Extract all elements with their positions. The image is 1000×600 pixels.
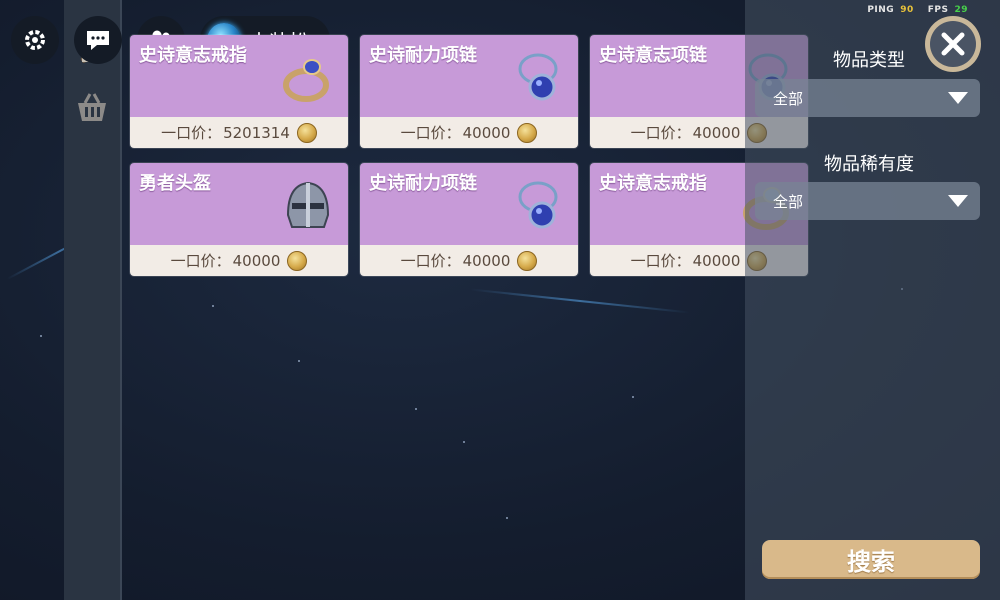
settings-button[interactable]	[11, 16, 59, 64]
background-star	[506, 517, 508, 519]
price-label: 一口价：	[170, 252, 231, 270]
coin-icon	[287, 250, 308, 271]
background-star	[415, 408, 417, 410]
price-label: 一口价：	[400, 124, 461, 142]
price-row: 一口价： 40000	[360, 117, 578, 148]
item-rarity-dropdown[interactable]: 全部	[755, 182, 980, 220]
background-light-streak	[470, 288, 690, 314]
necklace-icon	[518, 181, 558, 229]
item-type-value: 全部	[773, 89, 804, 108]
price-label: 一口价：	[161, 124, 222, 142]
basket-icon[interactable]	[72, 88, 112, 128]
chevron-down-icon	[948, 92, 968, 104]
chat-button[interactable]	[74, 16, 122, 64]
price-value: 40000	[462, 251, 511, 270]
ring-icon	[283, 59, 329, 102]
background-star	[212, 305, 214, 307]
listing-card[interactable]: 史诗意志戒指 一口价： 5201314	[130, 35, 348, 148]
item-name: 史诗耐力项链	[369, 45, 477, 66]
necklace-icon	[518, 53, 558, 101]
card-header: 勇者头盔	[130, 163, 348, 245]
fps-value: 29	[954, 5, 968, 15]
close-button[interactable]	[925, 16, 981, 72]
price-value: 5201314	[223, 123, 290, 142]
ping-label: PING	[867, 5, 895, 15]
price-row: 一口价： 40000	[360, 245, 578, 276]
gear-icon	[25, 30, 45, 50]
price-label: 一口价：	[630, 252, 691, 270]
close-icon	[941, 32, 965, 56]
item-name: 史诗意志戒指	[599, 173, 707, 194]
item-type-dropdown[interactable]: 全部	[755, 79, 980, 117]
item-name: 史诗意志戒指	[139, 45, 247, 66]
card-header: 史诗耐力项链	[360, 163, 578, 245]
item-name: 史诗耐力项链	[369, 173, 477, 194]
price-label: 一口价：	[630, 124, 691, 142]
price-value: 40000	[692, 251, 741, 270]
item-name: 史诗意志项链	[599, 45, 707, 66]
price-value: 40000	[692, 123, 741, 142]
item-type-label: 物品类型	[833, 50, 905, 71]
price-value: 40000	[462, 123, 511, 142]
coin-icon	[517, 122, 538, 143]
item-name: 勇者头盔	[139, 173, 211, 194]
coin-icon	[296, 122, 317, 143]
price-value: 40000	[232, 251, 281, 270]
helmet-icon	[286, 181, 330, 228]
background-star	[463, 441, 465, 443]
listing-card[interactable]: 勇者头盔 一口价： 40000	[130, 163, 348, 276]
item-rarity-label: 物品稀有度	[824, 154, 914, 175]
ping-value: 90	[900, 5, 914, 15]
search-button[interactable]: 搜索	[762, 540, 980, 579]
card-header: 史诗意志戒指	[130, 35, 348, 117]
price-row: 一口价： 40000	[130, 245, 348, 276]
search-label: 搜索	[847, 548, 895, 576]
coin-icon	[517, 250, 538, 271]
background-star	[632, 396, 634, 398]
background-star	[40, 335, 42, 337]
chat-bubble-icon	[87, 31, 109, 50]
price-row: 一口价： 5201314	[130, 117, 348, 148]
fps-label: FPS	[927, 5, 949, 15]
listing-card[interactable]: 史诗耐力项链 一口价： 40000	[360, 35, 578, 148]
item-rarity-value: 全部	[773, 192, 804, 211]
network-stats: PING 90 FPS 29	[867, 5, 968, 15]
background-star	[298, 360, 300, 362]
card-header: 史诗耐力项链	[360, 35, 578, 117]
listing-card[interactable]: 史诗耐力项链 一口价： 40000	[360, 163, 578, 276]
price-label: 一口价：	[400, 252, 461, 270]
chevron-down-icon	[948, 195, 968, 207]
